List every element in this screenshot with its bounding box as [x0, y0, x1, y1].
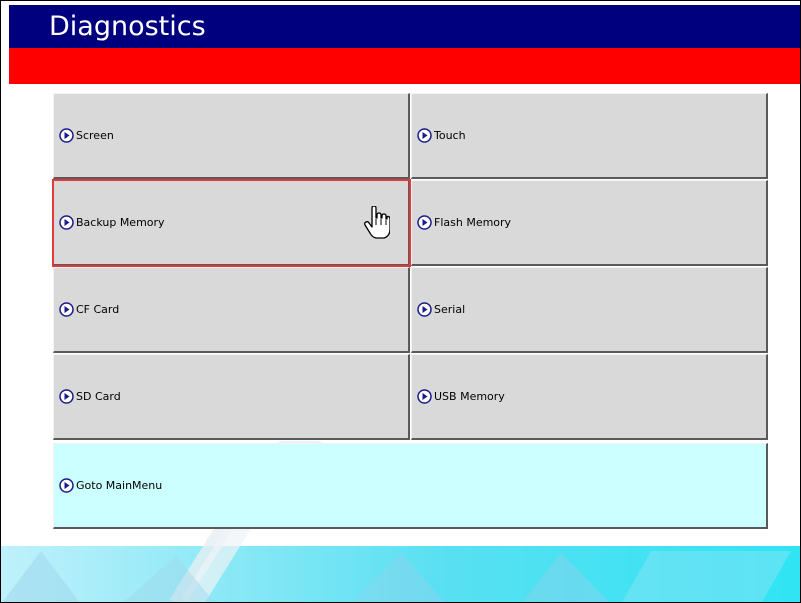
backup-memory-button[interactable]: Backup Memory — [52, 179, 411, 267]
screen-button[interactable]: Screen — [53, 93, 410, 179]
cf-card-label: CF Card — [76, 303, 120, 316]
page-title: Diagnostics — [49, 11, 206, 42]
circle-arrow-right-icon — [59, 215, 74, 230]
circle-arrow-right-icon — [59, 389, 74, 404]
accent-bar — [9, 48, 800, 84]
circle-arrow-right-icon — [417, 128, 432, 143]
diagnostics-screen: Diagnostics Screen Touch Backup Memory F… — [0, 0, 801, 603]
sd-card-button[interactable]: SD Card — [53, 354, 410, 440]
circle-arrow-right-icon — [59, 128, 74, 143]
flash-memory-label: Flash Memory — [434, 216, 512, 229]
touch-button[interactable]: Touch — [411, 93, 768, 179]
circle-arrow-right-icon — [59, 478, 74, 493]
serial-label: Serial — [434, 303, 466, 316]
flash-memory-button[interactable]: Flash Memory — [411, 180, 768, 266]
hand-cursor-icon — [364, 206, 390, 239]
usb-memory-label: USB Memory — [434, 390, 505, 403]
sd-card-label: SD Card — [76, 390, 121, 403]
goto-main-menu-button[interactable]: Goto MainMenu — [53, 443, 768, 529]
serial-button[interactable]: Serial — [411, 267, 768, 353]
circle-arrow-right-icon — [417, 215, 432, 230]
circle-arrow-right-icon — [417, 302, 432, 317]
cf-card-button[interactable]: CF Card — [53, 267, 410, 353]
circle-arrow-right-icon — [417, 389, 432, 404]
goto-main-menu-label: Goto MainMenu — [76, 479, 163, 492]
title-bar: Diagnostics — [9, 5, 800, 48]
screen-label: Screen — [76, 129, 114, 142]
backup-memory-label: Backup Memory — [76, 216, 165, 229]
touch-label: Touch — [434, 129, 466, 142]
usb-memory-button[interactable]: USB Memory — [411, 354, 768, 440]
circle-arrow-right-icon — [59, 302, 74, 317]
